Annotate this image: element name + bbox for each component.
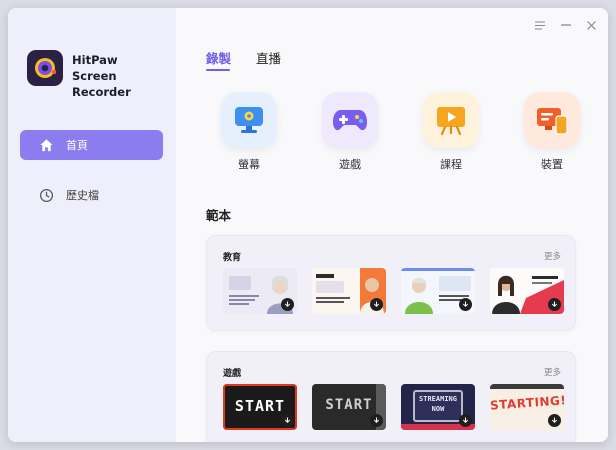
thumbnail-text: STARTING!	[490, 393, 564, 413]
download-icon[interactable]	[370, 298, 383, 311]
download-icon[interactable]	[459, 298, 472, 311]
app-logo-icon	[27, 50, 63, 86]
mode-screen[interactable]: 螢幕	[219, 92, 279, 172]
template-thumbnail[interactable]	[490, 268, 564, 314]
tab-live[interactable]: 直播	[256, 48, 281, 67]
thumbnail-bar	[490, 384, 564, 389]
template-section-title: 遊戲	[223, 369, 242, 379]
download-icon[interactable]	[459, 414, 472, 427]
template-section-education: 教育 更多	[206, 235, 576, 331]
tab-active-indicator	[206, 69, 230, 71]
sidebar-item-label: 首頁	[66, 139, 88, 152]
app-window: HitPaw Screen Recorder 首頁 歷史檔 錄製 直播 螢幕 遊…	[8, 8, 608, 442]
template-thumbnail[interactable]: STREAMING NOW	[401, 384, 475, 430]
mode-device[interactable]: 裝置	[522, 92, 582, 172]
download-icon[interactable]	[281, 414, 294, 427]
thumbnail-text: STREAMING NOW	[419, 395, 457, 413]
thumbnail-text: START	[325, 397, 373, 413]
close-icon[interactable]	[584, 18, 598, 32]
home-icon	[38, 137, 54, 153]
thumbnail-text: START	[234, 397, 286, 415]
history-clock-icon	[38, 187, 54, 203]
template-section-title: 教育	[223, 253, 242, 263]
download-icon[interactable]	[370, 414, 383, 427]
mode-course[interactable]: 課程	[421, 92, 481, 172]
main-panel: 錄製 直播 螢幕 遊戲 課程 裝置 範本 教育 更多 遊戲 更多 START S…	[176, 8, 608, 442]
presentation-icon	[423, 92, 479, 148]
download-icon[interactable]	[281, 298, 294, 311]
monitor-icon	[221, 92, 277, 148]
more-link[interactable]: 更多	[544, 250, 561, 262]
sidebar: HitPaw Screen Recorder 首頁 歷史檔	[8, 8, 176, 442]
sidebar-item-history[interactable]: 歷史檔	[20, 180, 163, 210]
mode-label: 課程	[440, 158, 462, 171]
sidebar-item-home[interactable]: 首頁	[20, 130, 163, 160]
template-thumbnail[interactable]	[401, 268, 475, 314]
mode-label: 遊戲	[339, 158, 361, 171]
sidebar-item-label: 歷史檔	[66, 189, 99, 202]
template-thumbnail[interactable]	[312, 268, 386, 314]
app-name: HitPaw Screen Recorder	[72, 52, 176, 100]
template-thumbnail[interactable]: START	[223, 384, 297, 430]
app-name-line1: HitPaw	[72, 53, 118, 67]
template-thumbnail[interactable]: START	[312, 384, 386, 430]
minimize-icon[interactable]	[559, 18, 573, 32]
more-link[interactable]: 更多	[544, 366, 561, 378]
app-name-line2: Screen Recorder	[72, 69, 131, 99]
tab-record[interactable]: 錄製	[206, 48, 231, 67]
template-thumbnail[interactable]: STARTING!	[490, 384, 564, 430]
gamepad-icon	[322, 92, 378, 148]
templates-title: 範本	[206, 208, 232, 223]
menu-icon[interactable]	[533, 18, 547, 32]
mode-game[interactable]: 遊戲	[320, 92, 380, 172]
mode-label: 螢幕	[238, 158, 260, 171]
download-icon[interactable]	[548, 298, 561, 311]
download-icon[interactable]	[548, 414, 561, 427]
template-section-gaming: 遊戲 更多 START START STREAMING NOW STARTING…	[206, 351, 576, 442]
mode-label: 裝置	[541, 158, 563, 171]
devices-icon	[524, 92, 580, 148]
template-thumbnail[interactable]	[223, 268, 297, 314]
